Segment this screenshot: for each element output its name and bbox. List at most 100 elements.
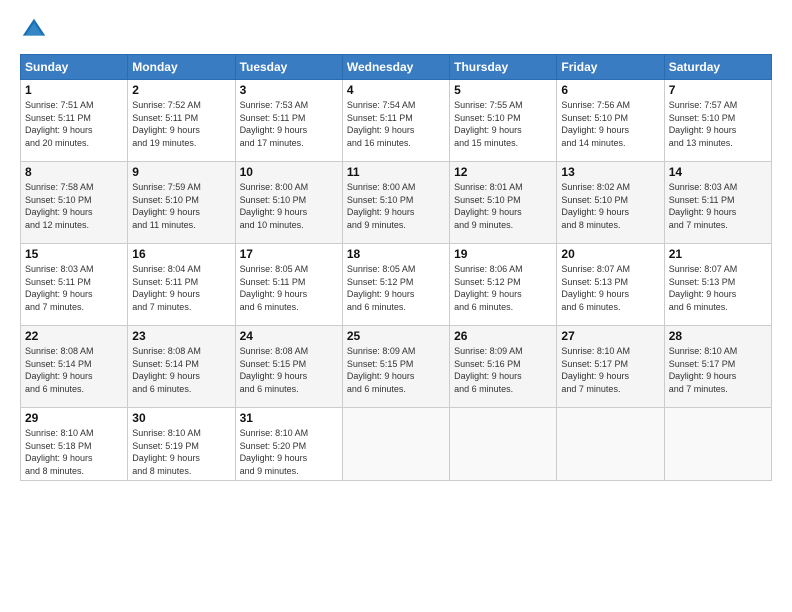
calendar-cell: 22 Sunrise: 8:08 AM Sunset: 5:14 PM Dayli… bbox=[21, 326, 128, 408]
day-number: 16 bbox=[132, 247, 230, 261]
day-info: Sunrise: 8:04 AM Sunset: 5:11 PM Dayligh… bbox=[132, 263, 230, 313]
logo-icon bbox=[20, 16, 48, 44]
day-number: 29 bbox=[25, 411, 123, 425]
calendar-cell: 23Sunrise: 8:08 AM Sunset: 5:14 PM Dayli… bbox=[128, 326, 235, 408]
calendar-cell bbox=[450, 408, 557, 481]
day-info: Sunrise: 8:07 AM Sunset: 5:13 PM Dayligh… bbox=[669, 263, 767, 313]
day-info: Sunrise: 8:00 AM Sunset: 5:10 PM Dayligh… bbox=[240, 181, 338, 231]
day-number: 25 bbox=[347, 329, 445, 343]
day-number: 13 bbox=[561, 165, 659, 179]
calendar-header-monday: Monday bbox=[128, 55, 235, 80]
day-info: Sunrise: 8:10 AM Sunset: 5:17 PM Dayligh… bbox=[561, 345, 659, 395]
day-info: Sunrise: 8:08 AM Sunset: 5:14 PM Dayligh… bbox=[132, 345, 230, 395]
day-info: Sunrise: 8:03 AM Sunset: 5:11 PM Dayligh… bbox=[669, 181, 767, 231]
calendar-cell: 26Sunrise: 8:09 AM Sunset: 5:16 PM Dayli… bbox=[450, 326, 557, 408]
calendar-cell: 4 Sunrise: 7:54 AM Sunset: 5:11 PM Daylig… bbox=[342, 80, 449, 162]
calendar-cell: 30 Sunrise: 8:10 AM Sunset: 5:19 PM Dayli… bbox=[128, 408, 235, 481]
day-info: Sunrise: 7:54 AM Sunset: 5:11 PM Dayligh… bbox=[347, 99, 445, 149]
day-number: 7 bbox=[669, 83, 767, 97]
day-info: Sunrise: 8:00 AM Sunset: 5:10 PM Dayligh… bbox=[347, 181, 445, 231]
day-number: 4 bbox=[347, 83, 445, 97]
calendar-week-4: 22 Sunrise: 8:08 AM Sunset: 5:14 PM Dayli… bbox=[21, 326, 772, 408]
day-number: 20 bbox=[561, 247, 659, 261]
calendar-cell: 24Sunrise: 8:08 AM Sunset: 5:15 PM Dayli… bbox=[235, 326, 342, 408]
day-number: 22 bbox=[25, 329, 123, 343]
day-number: 17 bbox=[240, 247, 338, 261]
calendar-cell: 25Sunrise: 8:09 AM Sunset: 5:15 PM Dayli… bbox=[342, 326, 449, 408]
day-info: Sunrise: 8:05 AM Sunset: 5:11 PM Dayligh… bbox=[240, 263, 338, 313]
calendar-cell bbox=[664, 408, 771, 481]
day-info: Sunrise: 8:10 AM Sunset: 5:19 PM Dayligh… bbox=[132, 427, 230, 477]
day-number: 12 bbox=[454, 165, 552, 179]
calendar-cell: 18 Sunrise: 8:05 AM Sunset: 5:12 PM Dayli… bbox=[342, 244, 449, 326]
header bbox=[20, 16, 772, 44]
calendar-cell: 3Sunrise: 7:53 AM Sunset: 5:11 PM Daylig… bbox=[235, 80, 342, 162]
calendar-cell: 20Sunrise: 8:07 AM Sunset: 5:13 PM Dayli… bbox=[557, 244, 664, 326]
day-number: 27 bbox=[561, 329, 659, 343]
day-number: 11 bbox=[347, 165, 445, 179]
calendar-cell: 17 Sunrise: 8:05 AM Sunset: 5:11 PM Dayli… bbox=[235, 244, 342, 326]
day-number: 5 bbox=[454, 83, 552, 97]
day-number: 2 bbox=[132, 83, 230, 97]
calendar-cell: 15 Sunrise: 8:03 AM Sunset: 5:11 PM Dayli… bbox=[21, 244, 128, 326]
day-info: Sunrise: 8:05 AM Sunset: 5:12 PM Dayligh… bbox=[347, 263, 445, 313]
calendar-cell: 28 Sunrise: 8:10 AM Sunset: 5:17 PM Dayli… bbox=[664, 326, 771, 408]
calendar-week-5: 29 Sunrise: 8:10 AM Sunset: 5:18 PM Dayli… bbox=[21, 408, 772, 481]
calendar-cell bbox=[557, 408, 664, 481]
day-info: Sunrise: 8:02 AM Sunset: 5:10 PM Dayligh… bbox=[561, 181, 659, 231]
day-number: 19 bbox=[454, 247, 552, 261]
calendar: SundayMondayTuesdayWednesdayThursdayFrid… bbox=[20, 54, 772, 481]
day-info: Sunrise: 7:51 AM Sunset: 5:11 PM Dayligh… bbox=[25, 99, 123, 149]
day-info: Sunrise: 8:06 AM Sunset: 5:12 PM Dayligh… bbox=[454, 263, 552, 313]
day-number: 31 bbox=[240, 411, 338, 425]
day-info: Sunrise: 8:03 AM Sunset: 5:11 PM Dayligh… bbox=[25, 263, 123, 313]
day-number: 18 bbox=[347, 247, 445, 261]
day-info: Sunrise: 7:52 AM Sunset: 5:11 PM Dayligh… bbox=[132, 99, 230, 149]
day-number: 30 bbox=[132, 411, 230, 425]
calendar-header-friday: Friday bbox=[557, 55, 664, 80]
calendar-cell bbox=[342, 408, 449, 481]
day-number: 10 bbox=[240, 165, 338, 179]
calendar-cell: 11 Sunrise: 8:00 AM Sunset: 5:10 PM Dayli… bbox=[342, 162, 449, 244]
calendar-cell: 19 Sunrise: 8:06 AM Sunset: 5:12 PM Dayli… bbox=[450, 244, 557, 326]
calendar-cell: 21 Sunrise: 8:07 AM Sunset: 5:13 PM Dayli… bbox=[664, 244, 771, 326]
logo bbox=[20, 16, 52, 44]
calendar-week-2: 8 Sunrise: 7:58 AM Sunset: 5:10 PM Daylig… bbox=[21, 162, 772, 244]
day-number: 1 bbox=[25, 83, 123, 97]
calendar-cell: 10 Sunrise: 8:00 AM Sunset: 5:10 PM Dayli… bbox=[235, 162, 342, 244]
calendar-cell: 13 Sunrise: 8:02 AM Sunset: 5:10 PM Dayli… bbox=[557, 162, 664, 244]
day-info: Sunrise: 8:08 AM Sunset: 5:14 PM Dayligh… bbox=[25, 345, 123, 395]
day-number: 15 bbox=[25, 247, 123, 261]
calendar-header-tuesday: Tuesday bbox=[235, 55, 342, 80]
day-number: 3 bbox=[240, 83, 338, 97]
day-info: Sunrise: 7:57 AM Sunset: 5:10 PM Dayligh… bbox=[669, 99, 767, 149]
day-number: 24 bbox=[240, 329, 338, 343]
day-info: Sunrise: 8:10 AM Sunset: 5:17 PM Dayligh… bbox=[669, 345, 767, 395]
day-number: 6 bbox=[561, 83, 659, 97]
day-number: 9 bbox=[132, 165, 230, 179]
day-number: 28 bbox=[669, 329, 767, 343]
calendar-cell: 29 Sunrise: 8:10 AM Sunset: 5:18 PM Dayli… bbox=[21, 408, 128, 481]
calendar-cell: 12Sunrise: 8:01 AM Sunset: 5:10 PM Dayli… bbox=[450, 162, 557, 244]
calendar-cell: 2 Sunrise: 7:52 AM Sunset: 5:11 PM Daylig… bbox=[128, 80, 235, 162]
calendar-header-saturday: Saturday bbox=[664, 55, 771, 80]
calendar-header-wednesday: Wednesday bbox=[342, 55, 449, 80]
calendar-header-sunday: Sunday bbox=[21, 55, 128, 80]
day-info: Sunrise: 7:55 AM Sunset: 5:10 PM Dayligh… bbox=[454, 99, 552, 149]
day-info: Sunrise: 7:56 AM Sunset: 5:10 PM Dayligh… bbox=[561, 99, 659, 149]
day-number: 8 bbox=[25, 165, 123, 179]
calendar-cell: 16 Sunrise: 8:04 AM Sunset: 5:11 PM Dayli… bbox=[128, 244, 235, 326]
calendar-cell: 1 Sunrise: 7:51 AM Sunset: 5:11 PM Daylig… bbox=[21, 80, 128, 162]
day-info: Sunrise: 7:59 AM Sunset: 5:10 PM Dayligh… bbox=[132, 181, 230, 231]
day-info: Sunrise: 8:10 AM Sunset: 5:20 PM Dayligh… bbox=[240, 427, 338, 477]
calendar-cell: 5 Sunrise: 7:55 AM Sunset: 5:10 PM Daylig… bbox=[450, 80, 557, 162]
calendar-cell: 9 Sunrise: 7:59 AM Sunset: 5:10 PM Daylig… bbox=[128, 162, 235, 244]
calendar-cell: 7 Sunrise: 7:57 AM Sunset: 5:10 PM Daylig… bbox=[664, 80, 771, 162]
day-number: 21 bbox=[669, 247, 767, 261]
day-info: Sunrise: 8:10 AM Sunset: 5:18 PM Dayligh… bbox=[25, 427, 123, 477]
calendar-cell: 14Sunrise: 8:03 AM Sunset: 5:11 PM Dayli… bbox=[664, 162, 771, 244]
day-number: 26 bbox=[454, 329, 552, 343]
calendar-cell: 27 Sunrise: 8:10 AM Sunset: 5:17 PM Dayli… bbox=[557, 326, 664, 408]
day-info: Sunrise: 7:58 AM Sunset: 5:10 PM Dayligh… bbox=[25, 181, 123, 231]
calendar-week-1: 1 Sunrise: 7:51 AM Sunset: 5:11 PM Daylig… bbox=[21, 80, 772, 162]
